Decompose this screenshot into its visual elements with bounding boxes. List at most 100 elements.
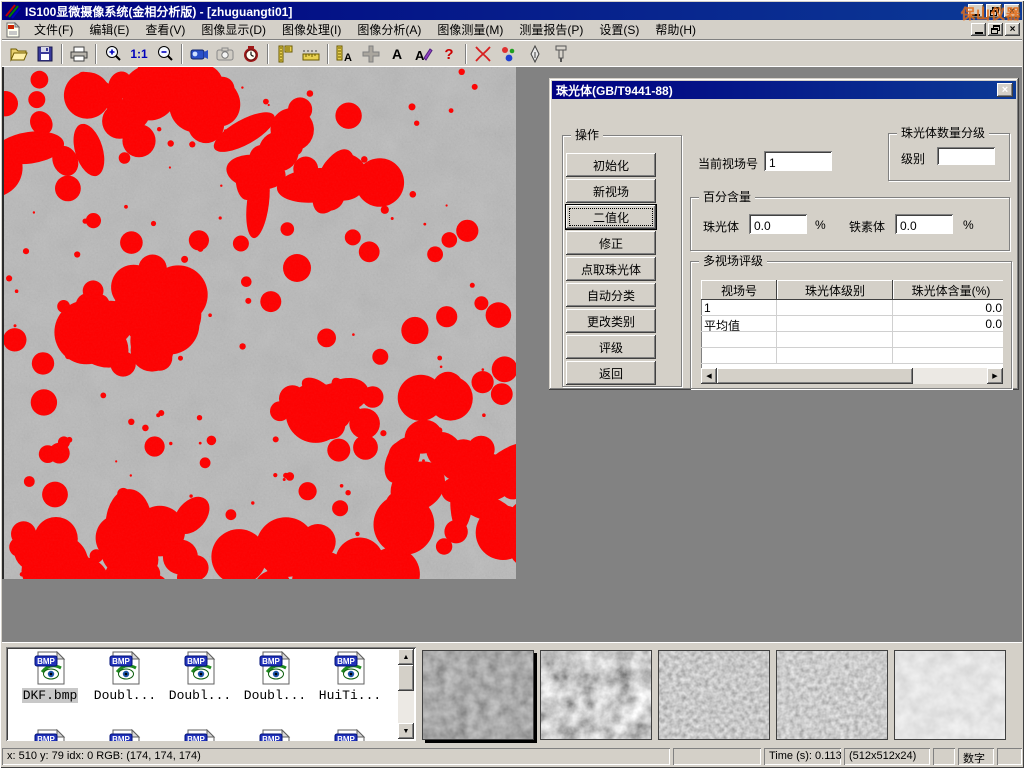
zoom-out-button[interactable] xyxy=(152,42,178,66)
ferrite-percent-input[interactable] xyxy=(895,214,953,234)
menu-image-measure[interactable]: 图像测量(M) xyxy=(429,19,511,40)
correct-button[interactable]: 修正 xyxy=(566,231,656,255)
file-item[interactable]: HuiTi... xyxy=(314,651,386,703)
particles-button[interactable] xyxy=(496,42,522,66)
bottom-panel: DKF.bmp Doubl... Doubl... Doubl... HuiTi… xyxy=(2,642,1022,745)
menu-settings[interactable]: 设置(S) xyxy=(591,19,647,40)
file-item[interactable] xyxy=(239,729,311,741)
restore-button[interactable] xyxy=(986,4,1002,18)
level-input[interactable] xyxy=(937,147,995,165)
ruler-button[interactable] xyxy=(298,42,324,66)
file-item[interactable]: Doubl... xyxy=(89,651,161,703)
auto-classify-button[interactable]: 自动分类 xyxy=(566,283,656,307)
close-button[interactable]: × xyxy=(1004,4,1020,18)
file-item[interactable] xyxy=(14,729,86,741)
menu-view[interactable]: 查看(V) xyxy=(137,19,193,40)
open-button[interactable] xyxy=(6,42,32,66)
document-icon xyxy=(6,22,20,38)
file-item[interactable]: Doubl... xyxy=(164,651,236,703)
pearlite-percent-input[interactable] xyxy=(749,214,807,234)
move-button[interactable] xyxy=(358,42,384,66)
cell-pearlite-pct: 0.0 xyxy=(893,300,1003,316)
thumbnail-4[interactable] xyxy=(776,650,888,740)
help-button[interactable]: ? xyxy=(436,42,462,66)
col-pearlite-grade[interactable]: 珠光体级别 xyxy=(777,280,893,300)
arrow-down-icon: ▼ xyxy=(403,728,410,735)
one-to-one-icon: 1:1 xyxy=(130,47,147,61)
menu-image-process[interactable]: 图像处理(I) xyxy=(274,19,349,40)
file-item[interactable] xyxy=(164,729,236,741)
zoom-in-button[interactable] xyxy=(100,42,126,66)
move-cross-icon xyxy=(361,44,381,64)
mdi-close-button[interactable]: × xyxy=(1005,23,1020,36)
cell-pearlite-pct: 0.0 xyxy=(893,316,1003,332)
measure-text-button[interactable]: A xyxy=(332,42,358,66)
return-button[interactable]: 返回 xyxy=(566,361,656,385)
initialize-button[interactable]: 初始化 xyxy=(566,153,656,177)
change-class-button[interactable]: 更改类别 xyxy=(566,309,656,333)
status-image-size: (512x512x24) xyxy=(844,748,930,765)
table-empty-row xyxy=(701,348,1003,364)
file-name: Doubl... xyxy=(93,688,157,703)
thumbnail-5[interactable] xyxy=(894,650,1006,740)
pearlite-dialog: 珠光体(GB/T9441-88) × 操作 初始化 新视场 二值化 修正 点取珠… xyxy=(549,78,1019,390)
mdi-restore-button[interactable] xyxy=(988,23,1003,36)
scroll-left-button[interactable]: ◀ xyxy=(701,368,717,384)
scroll-up-button[interactable]: ▲ xyxy=(398,649,414,665)
dialog-close-button[interactable]: × xyxy=(997,83,1013,97)
printer-icon xyxy=(69,44,89,64)
menu-file[interactable]: 文件(F) xyxy=(26,19,81,40)
close-icon: × xyxy=(1002,84,1008,96)
file-vertical-scrollbar[interactable]: ▲ ▼ xyxy=(398,649,414,739)
table-row[interactable]: 1 0.0 xyxy=(701,300,1003,316)
table-horizontal-scrollbar[interactable]: ◀ ▶ xyxy=(701,368,1003,384)
metallographic-image[interactable] xyxy=(2,67,516,579)
new-field-button[interactable]: 新视场 xyxy=(566,179,656,203)
grade-button[interactable]: 评级 xyxy=(566,335,656,359)
table-row[interactable]: 平均值 0.0 xyxy=(701,316,1003,332)
capture-button[interactable] xyxy=(212,42,238,66)
menu-measure-report[interactable]: 测量报告(P) xyxy=(511,19,591,40)
curve-cut-button[interactable] xyxy=(470,42,496,66)
minimize-button[interactable] xyxy=(968,4,984,18)
actual-size-button[interactable]: 1:1 xyxy=(126,42,152,66)
file-item[interactable] xyxy=(314,729,386,741)
caliper-button[interactable] xyxy=(272,42,298,66)
col-field-number[interactable]: 视场号 xyxy=(701,280,777,300)
current-field-input[interactable] xyxy=(764,151,832,171)
cell-field-number: 平均值 xyxy=(701,316,777,332)
thumbnail-3[interactable] xyxy=(658,650,770,740)
mdi-minimize-button[interactable] xyxy=(971,23,986,36)
file-item[interactable]: Doubl... xyxy=(239,651,311,703)
caliper-text-icon: A xyxy=(335,44,355,64)
text-button[interactable]: A xyxy=(384,42,410,66)
pick-pearlite-button[interactable]: 点取珠光体 xyxy=(566,257,656,281)
status-empty-1 xyxy=(673,748,761,765)
menu-image-analysis[interactable]: 图像分析(A) xyxy=(349,19,429,40)
scroll-right-button[interactable]: ▶ xyxy=(987,368,1003,384)
table-header-row: 视场号 珠光体级别 珠光体含量(%) 铁素体 xyxy=(701,280,1003,300)
save-button[interactable] xyxy=(32,42,58,66)
menu-image-display[interactable]: 图像显示(D) xyxy=(193,19,274,40)
annotate-button[interactable]: A xyxy=(410,42,436,66)
col-pearlite-pct[interactable]: 珠光体含量(%) xyxy=(893,280,1003,300)
file-item[interactable]: DKF.bmp xyxy=(14,651,86,703)
scrollbar-thumb[interactable] xyxy=(398,665,414,691)
timer-button[interactable] xyxy=(238,42,264,66)
thumbnail-2[interactable] xyxy=(540,650,652,740)
pen-button[interactable] xyxy=(522,42,548,66)
print-button[interactable] xyxy=(66,42,92,66)
scroll-down-button[interactable]: ▼ xyxy=(398,723,414,739)
toolbar: 1:1 A A A ? xyxy=(2,41,1022,67)
menu-help[interactable]: 帮助(H) xyxy=(647,19,704,40)
toolbar-separator xyxy=(95,44,97,64)
video-camera-button[interactable] xyxy=(186,42,212,66)
thumbnail-1[interactable] xyxy=(422,650,534,740)
particles-icon xyxy=(499,44,519,64)
scrollbar-thumb[interactable] xyxy=(717,368,913,384)
dialog-title-bar[interactable]: 珠光体(GB/T9441-88) × xyxy=(552,81,1016,99)
menu-edit[interactable]: 编辑(E) xyxy=(81,19,137,40)
file-item[interactable] xyxy=(89,729,161,741)
probe-button[interactable] xyxy=(548,42,574,66)
binarize-button[interactable]: 二值化 xyxy=(566,205,656,229)
